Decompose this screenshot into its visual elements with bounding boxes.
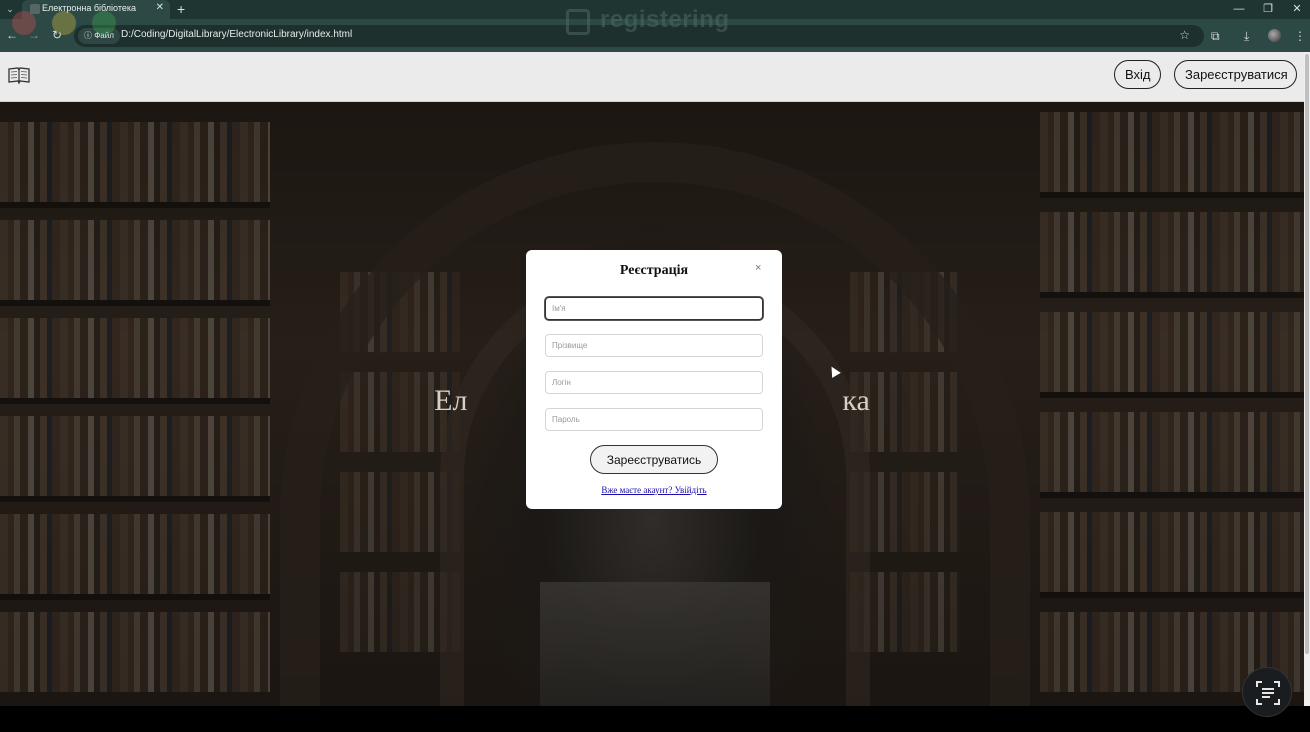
- tab-title: Електронна бібліотека: [42, 3, 137, 13]
- modal-footer-strip: [526, 493, 782, 509]
- login-field[interactable]: [545, 371, 763, 394]
- menu-kebab-icon[interactable]: ⋮: [1294, 29, 1306, 43]
- modal-title: Реєстрація: [619, 263, 689, 278]
- surname-field[interactable]: [545, 334, 763, 357]
- tab-search-chevron-icon[interactable]: ⌄: [4, 3, 16, 15]
- register-button[interactable]: Зареєструватися: [1174, 60, 1297, 89]
- tab-favicon-icon: [30, 4, 40, 14]
- minimize-icon[interactable]: —: [1229, 1, 1249, 17]
- open-book-logo-icon[interactable]: [8, 64, 30, 86]
- new-tab-icon[interactable]: +: [177, 0, 185, 18]
- page-scrollbar[interactable]: [1304, 52, 1310, 706]
- registration-modal: Реєстрація × Зареєструватись Вже маєте а…: [526, 250, 782, 509]
- login-button[interactable]: Вхід: [1114, 60, 1161, 89]
- window-close-icon[interactable]: ✕: [1287, 1, 1307, 17]
- watermark-title: registering: [600, 6, 730, 33]
- password-field[interactable]: [545, 408, 763, 431]
- url-text[interactable]: D:/Coding/DigitalLibrary/ElectronicLibra…: [121, 29, 352, 40]
- tab-close-icon[interactable]: ✕: [156, 2, 164, 13]
- watermark-document-icon: [566, 9, 590, 35]
- site-header: Вхід Зареєструватися: [0, 52, 1304, 102]
- restore-icon[interactable]: ❐: [1258, 1, 1278, 17]
- watermark-green-dot: [92, 11, 116, 35]
- download-icon[interactable]: ⤓: [1244, 29, 1249, 44]
- text-scan-button[interactable]: [1242, 667, 1292, 717]
- scrollbar-thumb[interactable]: [1305, 54, 1309, 654]
- bookmark-star-icon[interactable]: ☆: [1179, 28, 1190, 42]
- login-link[interactable]: Вже маєте акаунт? Увійдіть: [526, 485, 782, 495]
- watermark-red-dot: [12, 11, 36, 35]
- text-scan-icon: [1256, 681, 1280, 705]
- modal-close-icon[interactable]: ×: [755, 262, 761, 274]
- name-field[interactable]: [545, 297, 763, 320]
- register-submit-button[interactable]: Зареєструватись: [590, 445, 718, 474]
- watermark-yellow-dot: [52, 11, 76, 35]
- extensions-icon[interactable]: ⧉: [1211, 29, 1220, 44]
- profile-avatar[interactable]: [1268, 29, 1281, 42]
- bottom-bar: [0, 706, 1310, 732]
